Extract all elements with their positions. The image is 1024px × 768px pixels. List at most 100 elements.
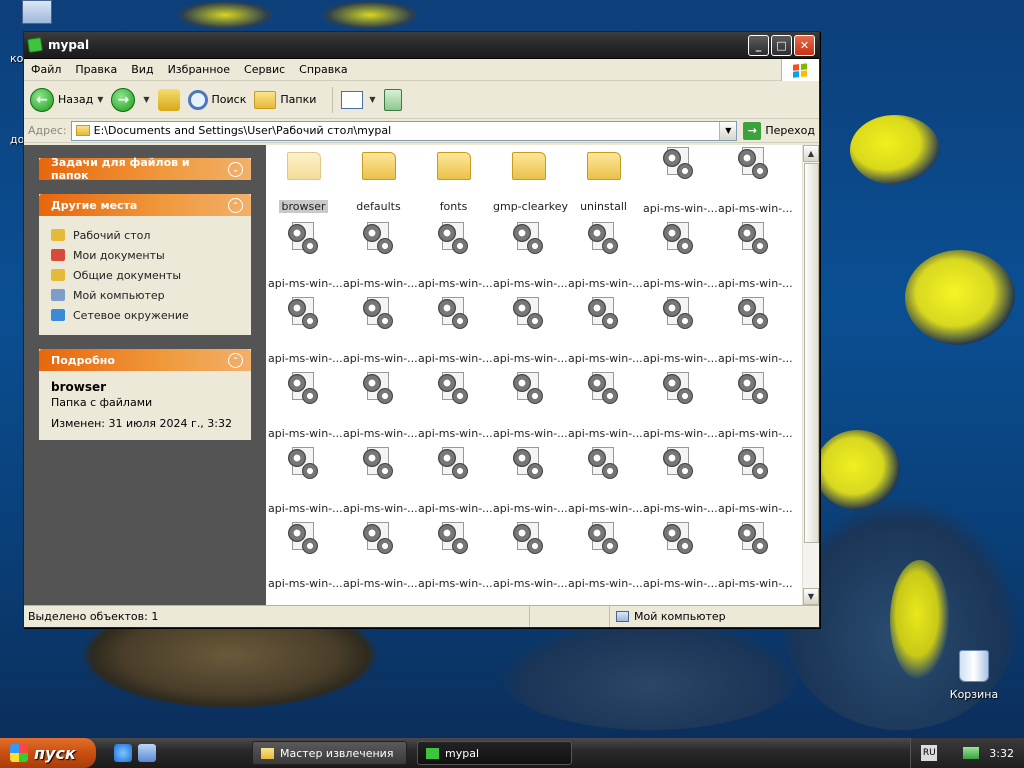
- file-item[interactable]: api-ms-win-...: [266, 222, 343, 297]
- panel-file-tasks-header[interactable]: Задачи для файлов и папок ⌄: [39, 156, 251, 182]
- back-button[interactable]: ← Назад ▼: [30, 87, 103, 112]
- file-label: api-ms-win-...: [643, 427, 718, 440]
- scroll-down-button[interactable]: ▼: [803, 588, 819, 605]
- file-item[interactable]: api-ms-win-...: [416, 522, 493, 597]
- file-item[interactable]: api-ms-win-...: [266, 447, 343, 522]
- go-button[interactable]: → Переход: [743, 121, 815, 140]
- language-indicator[interactable]: RU: [921, 745, 938, 761]
- other-places-list: Рабочий стол Мои документы Общие документы…: [39, 216, 251, 335]
- file-item[interactable]: api-ms-win-...: [566, 522, 643, 597]
- file-item[interactable]: api-ms-win-...: [266, 297, 343, 372]
- file-item[interactable]: api-ms-win-...: [716, 297, 793, 372]
- system-file-icon: [737, 297, 770, 333]
- file-item[interactable]: api-ms-win-...: [716, 222, 793, 297]
- scroll-up-button[interactable]: ▲: [803, 145, 819, 162]
- collapse-chevron-icon[interactable]: ⌃: [228, 352, 243, 368]
- file-item[interactable]: api-ms-win-...: [266, 522, 343, 597]
- file-item[interactable]: api-ms-win-...: [416, 372, 493, 447]
- desktop-icon-my-computer[interactable]: [12, 0, 62, 24]
- internet-explorer-icon[interactable]: [114, 744, 132, 762]
- menu-help[interactable]: Справка: [292, 63, 354, 76]
- file-item[interactable]: api-ms-win-...: [716, 372, 793, 447]
- menu-view[interactable]: Вид: [124, 63, 160, 76]
- menu-edit[interactable]: Правка: [68, 63, 124, 76]
- maximize-button[interactable]: □: [771, 34, 792, 56]
- file-item[interactable]: api-ms-win-...: [566, 372, 643, 447]
- file-item[interactable]: api-ms-win-...: [566, 297, 643, 372]
- file-label: api-ms-win-...: [343, 277, 418, 290]
- file-item[interactable]: api-ms-win-...: [566, 222, 643, 297]
- sync-button[interactable]: [383, 88, 402, 111]
- file-item[interactable]: api-ms-win-...: [416, 447, 493, 522]
- file-item[interactable]: api-ms-win-...: [566, 447, 643, 522]
- menu-favorites[interactable]: Избранное: [161, 63, 237, 76]
- go-button-label: Переход: [765, 124, 815, 137]
- file-item[interactable]: api-ms-win-...: [491, 222, 568, 297]
- file-item[interactable]: api-ms-win-...: [341, 522, 418, 597]
- collapse-chevron-icon[interactable]: ⌃: [228, 197, 243, 213]
- other-place-link[interactable]: Мой компьютер: [51, 285, 239, 305]
- file-item[interactable]: api-ms-win-...: [341, 297, 418, 372]
- file-item[interactable]: api-ms-win-...: [341, 222, 418, 297]
- folders-button[interactable]: Папки: [254, 90, 316, 109]
- back-dropdown-icon[interactable]: ▼: [97, 95, 103, 104]
- desktop-icon-recycle-bin[interactable]: Корзина: [948, 650, 1000, 701]
- other-place-link[interactable]: Рабочий стол: [51, 225, 239, 245]
- menu-file[interactable]: Файл: [24, 63, 68, 76]
- file-item[interactable]: api-ms-win-...: [491, 297, 568, 372]
- taskbar-item-mypal[interactable]: mypal: [417, 741, 572, 765]
- system-file-icon: [737, 447, 770, 483]
- file-item[interactable]: api-ms-win-...: [641, 222, 718, 297]
- file-item[interactable]: api-ms-win-...: [491, 372, 568, 447]
- up-button[interactable]: [157, 88, 180, 111]
- search-button[interactable]: Поиск: [187, 89, 246, 110]
- file-item[interactable]: api-ms-win-...: [491, 447, 568, 522]
- folder-item[interactable]: fonts: [416, 147, 491, 222]
- scroll-thumb[interactable]: [804, 163, 819, 543]
- vertical-scrollbar[interactable]: ▲ ▼: [802, 145, 819, 605]
- file-item[interactable]: api-ms-win-...: [641, 372, 718, 447]
- folder-item[interactable]: defaults: [341, 147, 416, 222]
- status-selected-count: Выделено объектов: 1: [28, 610, 159, 623]
- views-dropdown-icon[interactable]: ▼: [369, 95, 375, 104]
- file-label: api-ms-win-...: [418, 277, 493, 290]
- file-item[interactable]: api-ms-win-...: [641, 147, 718, 222]
- network-icon[interactable]: [963, 747, 980, 759]
- file-item[interactable]: api-ms-win-...: [716, 147, 793, 222]
- taskbar-item-extract-wizard[interactable]: Мастер извлечения: [252, 741, 407, 765]
- file-item[interactable]: api-ms-win-...: [491, 522, 568, 597]
- panel-other-places-header[interactable]: Другие места ⌃: [39, 194, 251, 216]
- file-item[interactable]: api-ms-win-...: [341, 447, 418, 522]
- panel-details-header[interactable]: Подробно ⌃: [39, 349, 251, 371]
- expand-chevron-icon[interactable]: ⌄: [228, 161, 243, 177]
- other-place-label: Рабочий стол: [73, 228, 151, 242]
- close-button[interactable]: ✕: [794, 34, 815, 56]
- other-place-link[interactable]: Общие документы: [51, 265, 239, 285]
- other-place-link[interactable]: Сетевое окружение: [51, 305, 239, 325]
- forward-dropdown-icon[interactable]: ▼: [143, 95, 149, 104]
- menu-tools[interactable]: Сервис: [237, 63, 292, 76]
- forward-button[interactable]: → ▼: [111, 87, 150, 112]
- views-button[interactable]: ▼: [341, 90, 376, 109]
- show-desktop-icon[interactable]: [138, 744, 156, 762]
- computer-icon: [22, 0, 52, 24]
- file-item[interactable]: api-ms-win-...: [266, 372, 343, 447]
- other-place-link[interactable]: Мои документы: [51, 245, 239, 265]
- file-item[interactable]: api-ms-win-...: [341, 372, 418, 447]
- address-input[interactable]: E:\Documents and Settings\User\Рабочий с…: [70, 120, 738, 141]
- file-item[interactable]: api-ms-win-...: [641, 522, 718, 597]
- file-item[interactable]: api-ms-win-...: [641, 297, 718, 372]
- file-item[interactable]: api-ms-win-...: [416, 297, 493, 372]
- address-dropdown-icon[interactable]: ▼: [719, 121, 737, 140]
- title-bar[interactable]: mypal _ □ ✕: [24, 32, 819, 59]
- folder-item[interactable]: gmp-clearkey: [491, 147, 568, 222]
- file-item[interactable]: api-ms-win-...: [641, 447, 718, 522]
- file-item[interactable]: api-ms-win-...: [716, 522, 793, 597]
- start-button[interactable]: пуск: [0, 738, 96, 768]
- folder-item[interactable]: uninstall: [566, 147, 641, 222]
- folder-item[interactable]: browser: [266, 147, 341, 222]
- minimize-button[interactable]: _: [748, 34, 769, 56]
- system-file-icon: [437, 222, 470, 258]
- file-item[interactable]: api-ms-win-...: [416, 222, 493, 297]
- file-item[interactable]: api-ms-win-...: [716, 447, 793, 522]
